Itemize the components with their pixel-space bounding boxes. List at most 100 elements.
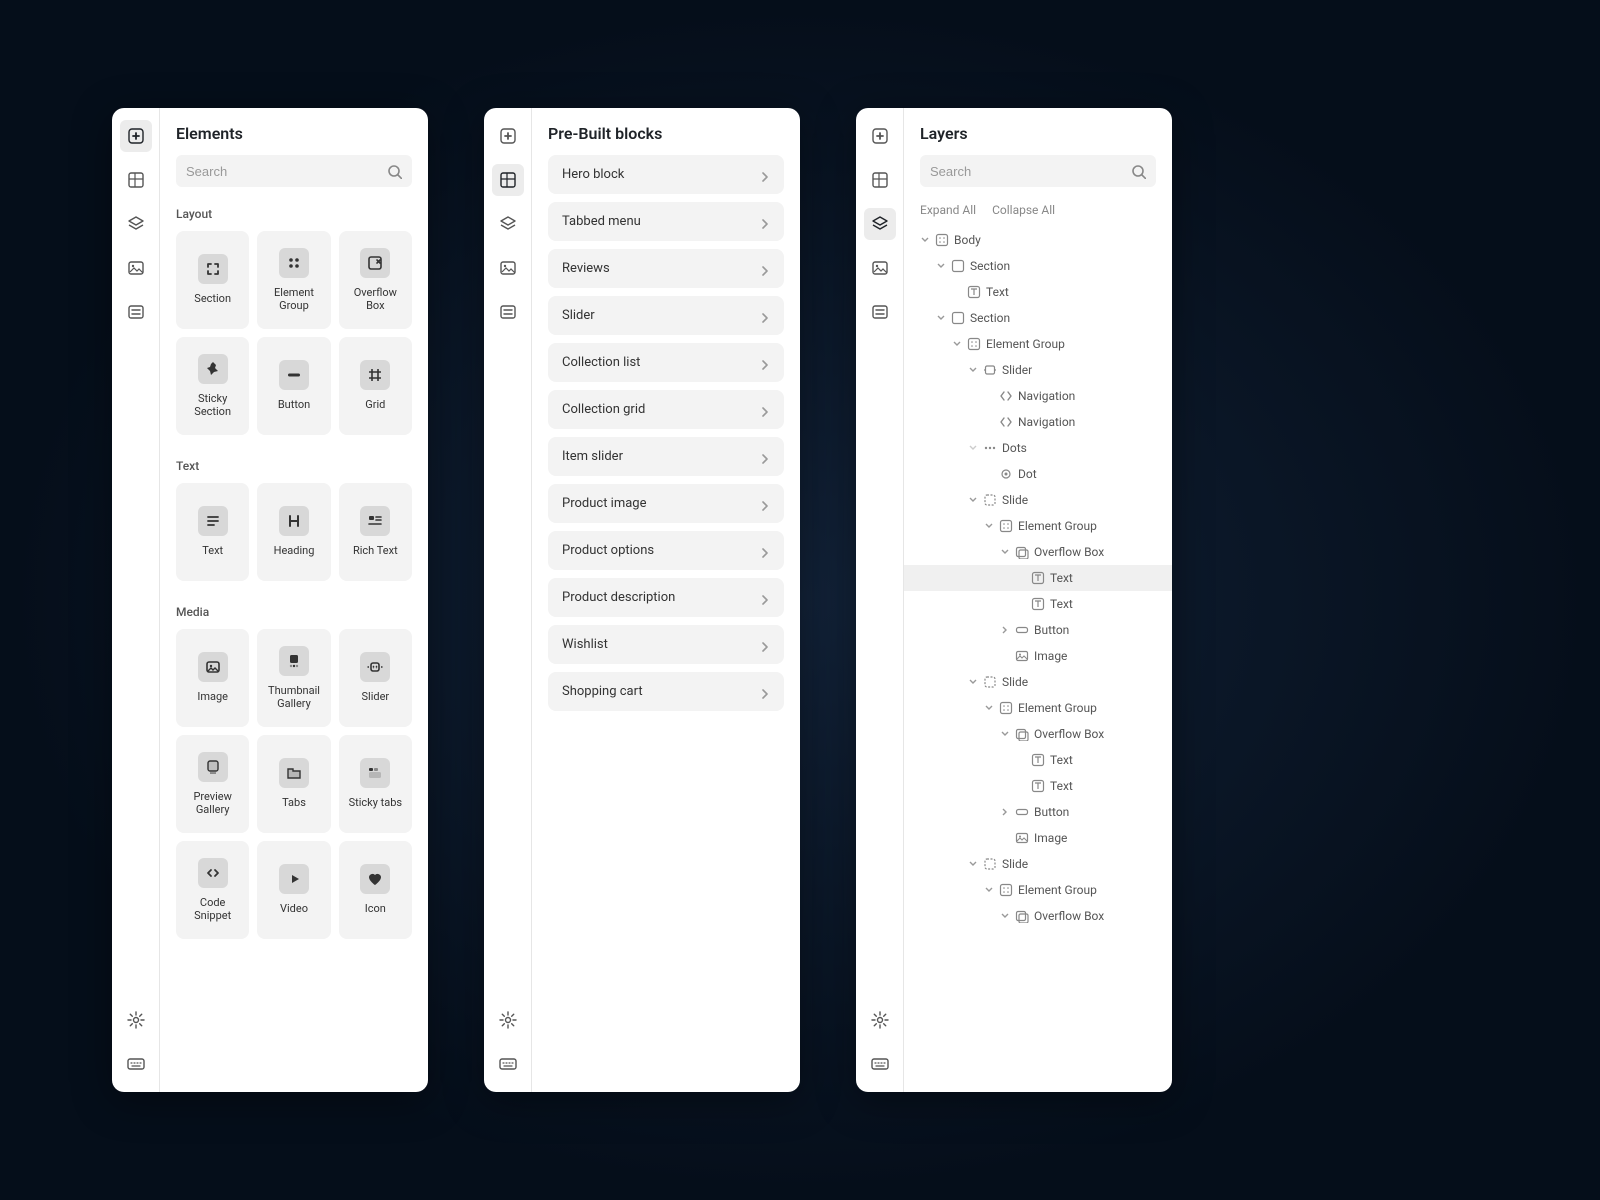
layer-row[interactable]: Overflow Box [904, 721, 1172, 747]
tree-toggle-icon[interactable] [952, 340, 962, 348]
layer-row[interactable]: Body [904, 227, 1172, 253]
layer-row[interactable]: Text [904, 279, 1172, 305]
layer-row[interactable]: Text [904, 747, 1172, 773]
tree-toggle-icon[interactable] [984, 886, 994, 894]
element-tile[interactable]: Icon [339, 841, 412, 939]
tree-toggle-icon[interactable] [936, 262, 946, 270]
block-item[interactable]: Product options [548, 531, 784, 570]
tree-toggle-icon[interactable] [968, 860, 978, 868]
element-tile[interactable]: Tabs [257, 735, 330, 833]
nav-layers-icon[interactable] [120, 208, 152, 240]
nav-image-icon[interactable] [120, 252, 152, 284]
nav-add-icon[interactable] [120, 120, 152, 152]
nav-form-icon[interactable] [120, 296, 152, 328]
block-item[interactable]: Item slider [548, 437, 784, 476]
layer-row[interactable]: Element Group [904, 695, 1172, 721]
tree-toggle-icon[interactable] [1000, 548, 1010, 556]
nav-add-icon[interactable] [864, 120, 896, 152]
element-tile[interactable]: Text [176, 483, 249, 581]
nav-add-icon[interactable] [492, 120, 524, 152]
element-tile[interactable]: Thumbnail Gallery [257, 629, 330, 727]
block-item[interactable]: Collection grid [548, 390, 784, 429]
block-item[interactable]: Tabbed menu [548, 202, 784, 241]
layer-row[interactable]: Section [904, 305, 1172, 331]
search-input[interactable] [930, 164, 1130, 179]
nav-form-icon[interactable] [864, 296, 896, 328]
layer-row[interactable]: Button [904, 617, 1172, 643]
element-tile[interactable]: Preview Gallery [176, 735, 249, 833]
layer-row[interactable]: Navigation [904, 409, 1172, 435]
search-input[interactable] [186, 164, 386, 179]
tree-toggle-icon[interactable] [1000, 626, 1010, 634]
block-item[interactable]: Hero block [548, 155, 784, 194]
block-item[interactable]: Collection list [548, 343, 784, 382]
nav-settings-icon[interactable] [120, 1004, 152, 1036]
layer-row[interactable]: Element Group [904, 877, 1172, 903]
nav-keyboard-icon[interactable] [864, 1048, 896, 1080]
element-tile[interactable]: Rich Text [339, 483, 412, 581]
nav-keyboard-icon[interactable] [120, 1048, 152, 1080]
element-tile[interactable]: Grid [339, 337, 412, 435]
nav-layers-icon[interactable] [492, 208, 524, 240]
element-tile[interactable]: Sticky Section [176, 337, 249, 435]
layer-row[interactable]: Navigation [904, 383, 1172, 409]
tree-toggle-icon[interactable] [1000, 808, 1010, 816]
nav-blocks-icon[interactable] [120, 164, 152, 196]
tree-toggle-icon[interactable] [968, 366, 978, 374]
nav-keyboard-icon[interactable] [492, 1048, 524, 1080]
block-item[interactable]: Reviews [548, 249, 784, 288]
element-tile[interactable]: Sticky tabs [339, 735, 412, 833]
tree-toggle-icon[interactable] [984, 522, 994, 530]
tree-toggle-icon[interactable] [1000, 730, 1010, 738]
expand-all-button[interactable]: Expand All [920, 203, 976, 217]
layer-row[interactable]: Dots [904, 435, 1172, 461]
tree-toggle-icon[interactable] [936, 314, 946, 322]
layer-row[interactable]: Section [904, 253, 1172, 279]
tree-toggle-icon[interactable] [1000, 912, 1010, 920]
element-tile[interactable]: Slider [339, 629, 412, 727]
element-tile[interactable]: Heading [257, 483, 330, 581]
layer-row[interactable]: Slider [904, 357, 1172, 383]
layer-row[interactable]: Text [904, 591, 1172, 617]
search-bar[interactable] [920, 155, 1156, 187]
nav-form-icon[interactable] [492, 296, 524, 328]
search-bar[interactable] [176, 155, 412, 187]
layer-row[interactable]: Image [904, 643, 1172, 669]
layer-row[interactable]: Button [904, 799, 1172, 825]
element-tile[interactable]: Overflow Box [339, 231, 412, 329]
nav-blocks-icon[interactable] [492, 164, 524, 196]
element-tile[interactable]: Code Snippet [176, 841, 249, 939]
tree-toggle-icon[interactable] [920, 236, 930, 244]
nav-layers-icon[interactable] [864, 208, 896, 240]
element-tile[interactable]: Image [176, 629, 249, 727]
layer-row[interactable]: Dot [904, 461, 1172, 487]
tree-toggle-icon[interactable] [984, 704, 994, 712]
block-item[interactable]: Wishlist [548, 625, 784, 664]
block-item[interactable]: Shopping cart [548, 672, 784, 711]
tree-toggle-icon[interactable] [968, 678, 978, 686]
block-item[interactable]: Slider [548, 296, 784, 335]
layer-row[interactable]: Slide [904, 851, 1172, 877]
element-tile[interactable]: Video [257, 841, 330, 939]
block-item[interactable]: Product image [548, 484, 784, 523]
nav-blocks-icon[interactable] [864, 164, 896, 196]
nav-settings-icon[interactable] [492, 1004, 524, 1036]
layer-row[interactable]: Image [904, 825, 1172, 851]
layer-row[interactable]: Text [904, 773, 1172, 799]
element-tile[interactable]: Section [176, 231, 249, 329]
layer-row[interactable]: Overflow Box [904, 903, 1172, 929]
nav-settings-icon[interactable] [864, 1004, 896, 1036]
tree-toggle-icon[interactable] [968, 444, 978, 452]
layer-row[interactable]: Element Group [904, 331, 1172, 357]
layer-row[interactable]: Element Group [904, 513, 1172, 539]
nav-image-icon[interactable] [864, 252, 896, 284]
layer-row[interactable]: Slide [904, 487, 1172, 513]
layer-row[interactable]: Overflow Box [904, 539, 1172, 565]
collapse-all-button[interactable]: Collapse All [992, 203, 1055, 217]
block-item[interactable]: Product description [548, 578, 784, 617]
layer-row[interactable]: Text [904, 565, 1172, 591]
nav-image-icon[interactable] [492, 252, 524, 284]
layer-row[interactable]: Slide [904, 669, 1172, 695]
element-tile[interactable]: Button [257, 337, 330, 435]
element-tile[interactable]: Element Group [257, 231, 330, 329]
